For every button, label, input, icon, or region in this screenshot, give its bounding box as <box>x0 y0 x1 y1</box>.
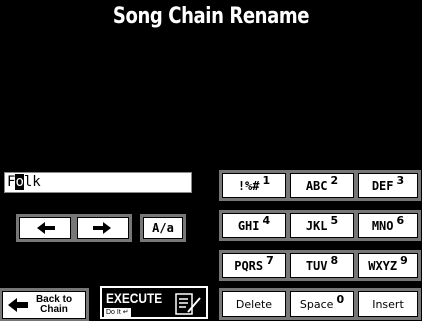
back-label: Back to Chain <box>28 295 80 315</box>
key-7-label: PQRS <box>234 258 264 273</box>
key-9-number: 9 <box>400 254 408 267</box>
document-edit-icon <box>175 293 201 315</box>
key-7-button[interactable]: PQRS 7 <box>219 250 289 281</box>
key-6-label: MNO <box>371 218 394 233</box>
key-8-label: TUV <box>305 258 328 273</box>
key-1-number: 1 <box>262 174 271 187</box>
arrow-left-icon <box>8 298 28 312</box>
key-2-button[interactable]: ABC 2 <box>287 170 357 201</box>
key-5-number: 5 <box>330 214 339 227</box>
name-input[interactable]: Folk <box>4 172 192 193</box>
insert-label: Insert <box>372 297 404 311</box>
key-4-button[interactable]: GHI 4 <box>219 210 289 241</box>
text-cursor: o <box>15 174 24 190</box>
space-number: 0 <box>336 292 345 306</box>
key-8-number: 8 <box>330 254 339 267</box>
space-label: Space <box>299 297 334 311</box>
delete-button[interactable]: Delete <box>219 288 289 320</box>
cursor-left-button[interactable] <box>16 214 74 242</box>
case-toggle-label: A/a <box>152 221 174 235</box>
delete-label: Delete <box>235 297 273 311</box>
key-9-button[interactable]: WXYZ 9 <box>355 250 421 281</box>
key-3-number: 3 <box>396 174 405 187</box>
key-4-label: GHI <box>237 218 260 233</box>
arrow-right-icon <box>93 222 111 234</box>
key-1-button[interactable]: !%# 1 <box>219 170 289 201</box>
do-it-label: Do It <box>106 309 121 316</box>
enter-icon: ↵ <box>122 309 129 316</box>
key-6-number: 6 <box>396 214 405 227</box>
key-1-label: !%# <box>237 178 260 193</box>
key-3-button[interactable]: DEF 3 <box>355 170 421 201</box>
key-6-button[interactable]: MNO 6 <box>355 210 421 241</box>
page-title: Song Chain Rename <box>112 4 310 29</box>
key-5-button[interactable]: JKL 5 <box>287 210 357 241</box>
back-to-chain-button[interactable]: Back to Chain <box>0 288 89 321</box>
key-2-label: ABC <box>305 178 328 193</box>
key-5-label: JKL <box>305 218 328 233</box>
cursor-right-button[interactable] <box>74 214 132 242</box>
back-label-line2: Chain <box>40 304 68 315</box>
key-7-number: 7 <box>266 254 274 267</box>
execute-button[interactable]: EXECUTE Do It ↵ <box>100 286 208 319</box>
space-button[interactable]: Space 0 <box>287 288 357 320</box>
name-text-after: lk <box>23 174 41 190</box>
key-3-label: DEF <box>371 178 394 193</box>
do-it-badge: Do It ↵ <box>104 308 131 317</box>
execute-label: EXECUTE <box>106 290 163 306</box>
key-2-number: 2 <box>330 174 339 187</box>
key-9-label: WXYZ <box>368 258 398 273</box>
insert-button[interactable]: Insert <box>355 288 421 320</box>
case-toggle-button[interactable]: A/a <box>140 214 186 242</box>
key-8-button[interactable]: TUV 8 <box>287 250 357 281</box>
arrow-left-icon <box>37 222 55 234</box>
key-4-number: 4 <box>262 214 271 227</box>
